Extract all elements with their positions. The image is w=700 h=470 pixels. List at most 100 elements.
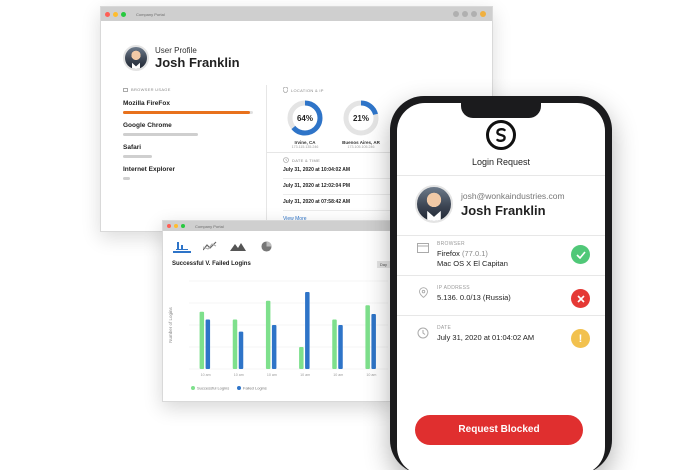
x-tick-label: 10 am xyxy=(300,373,310,377)
donut-ring: 21% xyxy=(343,100,379,136)
x-tick-label: 10 am xyxy=(267,373,277,377)
range-day-button[interactable]: Day xyxy=(376,261,390,268)
browser-icon xyxy=(123,87,128,92)
browser-os: Mac OS X El Capitan xyxy=(437,259,508,269)
browser-window-icon xyxy=(417,243,429,253)
date-row: DATE July 31, 2020 at 01:04:02 AM ! xyxy=(415,325,590,348)
divider xyxy=(397,175,605,176)
user-menu-button[interactable] xyxy=(480,11,486,17)
failed-logins-bar xyxy=(271,325,277,369)
date-value: July 31, 2020 at 01:04:02 AM xyxy=(437,333,535,342)
usage-bar-fill xyxy=(123,177,130,180)
donut-percent: 21% xyxy=(353,114,369,123)
legend-label: Failed Logins xyxy=(243,386,267,391)
browser-usage-item: Internet Explorer xyxy=(123,166,253,180)
ip-value: 5.136. 0.0/13 (Russia) xyxy=(437,293,511,302)
app-logo-icon xyxy=(486,120,516,150)
toolbar-button[interactable] xyxy=(462,11,468,17)
window-title: Company Portal xyxy=(136,11,165,17)
successful-logins-bar xyxy=(232,319,238,369)
successful-logins-bar xyxy=(365,305,370,369)
x-icon xyxy=(571,289,590,308)
x-tick-label: 10 am xyxy=(366,373,376,377)
location-ip: 173.115.135.246 xyxy=(291,145,319,149)
bar-chart-icon[interactable] xyxy=(173,239,191,253)
browser-usage-name: Google Chrome xyxy=(123,122,172,129)
profile-name: Josh Franklin xyxy=(155,55,240,70)
browser-label: BROWSER xyxy=(437,241,465,247)
browser-usage-item: Safari xyxy=(123,144,253,158)
browser-usage-name: Safari xyxy=(123,144,142,151)
avatar xyxy=(123,45,149,71)
legend-swatch xyxy=(237,386,241,390)
window-title: Company Portal xyxy=(195,223,224,229)
pie-chart-icon[interactable] xyxy=(257,239,275,253)
usage-bar-fill xyxy=(123,155,152,158)
logins-bar-chart: Number of Logins 10 am 10 am 10 am 10 am 10 a… xyxy=(168,280,388,391)
browser-row: BROWSER Firefox (77.0.1) Mac OS X El Cap… xyxy=(415,241,590,269)
divider xyxy=(397,235,605,236)
divider xyxy=(397,275,605,276)
usage-bar xyxy=(123,133,253,136)
area-chart-icon[interactable] xyxy=(229,239,247,253)
browser-usage-name: Internet Explorer xyxy=(123,166,176,173)
maximize-window-button[interactable] xyxy=(181,224,185,228)
minimize-window-button[interactable] xyxy=(113,11,118,17)
vertical-divider xyxy=(266,85,267,227)
chart-title: Successful V. Failed Logins xyxy=(172,261,251,267)
stage: Company Portal User Profile Josh Frankli… xyxy=(0,0,700,470)
location-ip-heading: LOCATION & IP xyxy=(291,87,324,93)
browser-name: Firefox xyxy=(437,249,460,258)
warning-icon: ! xyxy=(571,329,590,348)
failed-logins-bar xyxy=(371,314,376,369)
failed-logins-bar xyxy=(305,292,310,369)
browser-value: Firefox (77.0.1) Mac OS X El Capitan xyxy=(437,249,571,269)
minimize-window-button[interactable] xyxy=(174,224,178,228)
chart-titlebar: Company Portal xyxy=(163,221,394,231)
phone-notch xyxy=(461,103,541,118)
browser-usage-item: Google Chrome xyxy=(123,122,253,136)
successful-logins-bar xyxy=(265,300,271,369)
successful-logins-bar xyxy=(299,347,304,369)
usage-bar xyxy=(123,177,253,180)
failed-logins-bar xyxy=(338,325,343,369)
user-name: Josh Franklin xyxy=(461,202,546,218)
clock-icon xyxy=(417,327,429,339)
profile-label: User Profile xyxy=(155,46,197,55)
avatar xyxy=(415,185,453,223)
check-icon xyxy=(571,245,590,264)
browser-usage-item: Mozilla FireFox xyxy=(123,100,253,114)
usage-bar-fill xyxy=(123,133,199,136)
browser-usage-name: Mozilla FireFox xyxy=(123,100,170,107)
clock-icon xyxy=(283,157,289,163)
legend-label: Successful Logins xyxy=(197,386,229,391)
x-tick-label: 10 am xyxy=(333,373,343,377)
failed-logins-bar xyxy=(205,319,211,369)
phone-device: Login Request josh@wonkaindustries.com J… xyxy=(390,96,612,470)
x-tick-label: 10 am xyxy=(201,373,211,377)
request-blocked-button[interactable]: Request Blocked xyxy=(415,415,583,445)
chart-type-tabs xyxy=(163,231,394,253)
browser-usage-panel: BROWSER USAGE Mozilla FireFox Google Chro… xyxy=(123,87,253,180)
successful-logins-bar xyxy=(332,319,337,369)
close-window-button[interactable] xyxy=(105,11,110,17)
phone-screen: Login Request josh@wonkaindustries.com J… xyxy=(397,103,605,470)
location-pin-icon xyxy=(418,287,428,298)
usage-bar xyxy=(123,155,253,158)
toolbar-button[interactable] xyxy=(471,11,477,17)
phone-user: josh@wonkaindustries.com Josh Franklin xyxy=(415,185,565,223)
legend-swatch xyxy=(191,386,195,390)
browser-version: (77.0.1) xyxy=(462,249,488,258)
location-ip-title: LOCATION & IP xyxy=(283,87,483,93)
line-chart-icon[interactable] xyxy=(201,239,219,253)
location-ip: 173.105.105.246 xyxy=(347,145,375,149)
date-label: DATE xyxy=(437,325,452,331)
location-donut: 21% Buenos Aires, AR 173.105.105.246 xyxy=(339,98,383,149)
ip-label: IP ADDRESS xyxy=(437,285,470,291)
donut-percent: 64% xyxy=(297,114,313,123)
ip-row: IP ADDRESS 5.136. 0.0/13 (Russia) xyxy=(415,285,590,308)
maximize-window-button[interactable] xyxy=(121,11,126,17)
toolbar-button[interactable] xyxy=(453,11,459,17)
close-window-button[interactable] xyxy=(167,224,171,228)
user-profile-header: User Profile Josh Franklin xyxy=(123,45,240,71)
